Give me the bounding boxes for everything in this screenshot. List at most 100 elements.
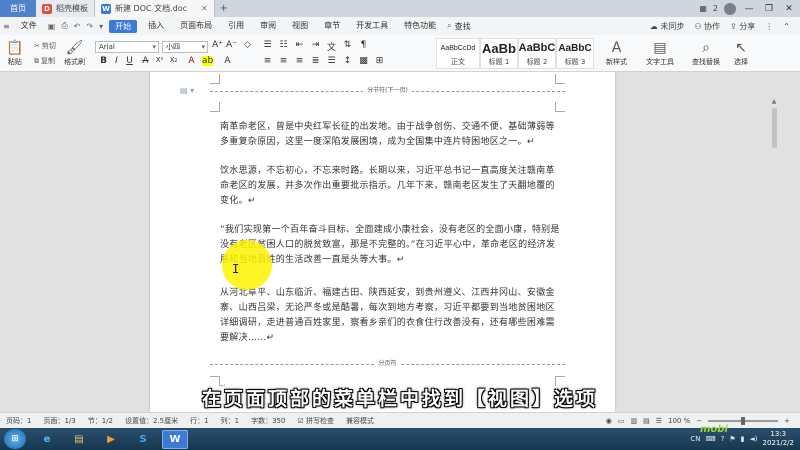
redo-icon[interactable]: ↷ [83,22,96,31]
close-icon[interactable]: ✕ [201,4,208,13]
show-marks-icon[interactable]: ¶ [358,40,369,50]
subscript-icon[interactable]: X₂ [168,56,179,64]
menu-section[interactable]: 章节 [316,17,348,35]
status-pages[interactable]: 页面：1/3 [37,416,81,426]
folder-icon[interactable]: ▤ [66,430,92,449]
help-icon[interactable]: ? [721,435,725,443]
align-right-icon[interactable]: ≡ [294,56,305,66]
hamburger-icon[interactable]: ≡ [0,22,13,31]
add-tab-button[interactable]: + [215,0,233,17]
grow-font-icon[interactable]: A⁺ [212,40,223,50]
clear-format-icon[interactable]: ◇ [242,40,253,50]
keyboard-icon[interactable]: ⌨ [705,435,715,443]
ime-indicator[interactable]: CN [690,435,700,443]
notification-badge[interactable]: 2 [713,4,718,13]
style-heading-3[interactable]: AaBbC 标题 3 [556,38,594,69]
home-tab[interactable]: 首页 [0,0,36,17]
distributed-icon[interactable]: ☰ [326,56,337,66]
sync-status[interactable]: ☁ 未同步 [650,21,685,32]
save-icon[interactable]: ▣ [45,22,59,31]
zoom-slider-knob[interactable] [741,416,746,425]
tab-daoke-template[interactable]: D 稻壳模板 [36,0,95,17]
format-painter-button[interactable]: 🖌 格式刷 [64,39,85,67]
strikethrough-icon[interactable]: A [140,56,151,66]
menu-start[interactable]: 开始 [109,19,138,33]
web-view-icon[interactable]: ▥ [630,417,637,425]
scroll-up-icon[interactable]: ▲ [770,98,778,105]
style-normal[interactable]: AaBbCcDd 正文 [436,38,480,69]
wps-icon[interactable]: W [162,429,188,449]
clock[interactable]: 13:3 2021/2/2 [763,430,794,448]
ie-icon[interactable]: e [34,430,60,449]
paragraph[interactable]: 饮水思源，不忘初心，不忘来时路。长期以来，习近平总书记一直高度关注赣南革命老区的… [220,164,560,209]
collapse-ribbon-icon[interactable]: ⌃ [783,22,790,31]
style-heading-1[interactable]: AaBb 标题 1 [480,38,518,69]
chinese-layout-icon[interactable]: 文 [326,40,337,53]
menu-file[interactable]: 文件 [13,17,45,35]
more-icon[interactable]: ⋮ [765,22,773,31]
zoom-level[interactable]: 100 % [668,417,690,425]
italic-icon[interactable]: I [111,56,122,66]
numbered-list-icon[interactable]: ☷ [278,40,289,50]
menu-features[interactable]: 特色功能 [396,17,444,35]
new-style-button[interactable]: A 新样式 [606,39,627,67]
minimize-icon[interactable]: — [742,4,756,14]
char-shading-icon[interactable]: A [222,56,233,66]
menu-review[interactable]: 审阅 [252,17,284,35]
underline-icon[interactable]: U [124,56,135,66]
chevron-down-icon[interactable]: ▾ [96,22,106,31]
sogou-icon[interactable]: S [130,430,156,449]
shading-icon[interactable]: ▩ [358,56,369,66]
collab-button[interactable]: ⚇ 协作 [694,21,720,32]
font-name-select[interactable]: Arial [95,41,159,53]
paragraph[interactable]: 从河北阜平、山东临沂、福建古田、陕西延安，到贵州遵义、江西井冈山、安徽金寨、山西… [220,286,560,346]
undo-icon[interactable]: ↶ [71,22,84,31]
bullet-list-icon[interactable]: ☰ [262,40,273,50]
border-icon[interactable]: ⊞ [374,56,385,66]
avatar[interactable] [724,2,736,15]
media-icon[interactable]: ▶ [98,430,124,449]
align-center-icon[interactable]: ≡ [278,56,289,66]
cut-button[interactable]: ✂ 剪切 [34,41,56,51]
paragraph[interactable]: 南革命老区，曾是中央红军长征的出发地。由于战争创伤、交通不便、基础薄弱等多重复杂… [220,120,560,150]
outline-view-icon[interactable]: ☰ [656,417,662,425]
bold-icon[interactable]: B [98,56,109,66]
sort-icon[interactable]: ⇅ [342,40,353,50]
decrease-indent-icon[interactable]: ⇤ [294,40,305,50]
flag-icon[interactable]: ⚑ [729,435,735,443]
page-navigation-icon[interactable]: ▤ ▾ [180,86,194,95]
menu-view[interactable]: 视图 [284,17,316,35]
style-heading-2[interactable]: AaBbC 标题 2 [518,38,556,69]
volume-icon[interactable]: ◄) [749,435,757,443]
menu-references[interactable]: 引用 [220,17,252,35]
spell-check-toggle[interactable]: ☑ 拼写检查 [291,416,340,426]
increase-indent-icon[interactable]: ⇥ [310,40,321,50]
highlight-icon[interactable]: ab [202,56,213,66]
menu-insert[interactable]: 插入 [140,17,172,35]
shrink-font-icon[interactable]: A⁻ [226,40,237,50]
copy-button[interactable]: ⧉ 复制 [34,56,55,66]
find-replace-button[interactable]: ⌕ 查找替换 [692,39,720,67]
search-icon[interactable]: ⌕ [444,21,454,31]
justify-icon[interactable]: ≣ [310,56,321,66]
superscript-icon[interactable]: X² [154,56,165,64]
font-color-icon[interactable]: A [186,56,197,66]
document-area[interactable]: ▤ ▾ 分节符(下一页) 南革命老区，曾是中央红军长征的出发地。由于战争创伤、交… [0,72,800,412]
paste-button[interactable]: 📋 粘贴 [6,39,23,67]
font-size-select[interactable]: 小四 [162,41,208,53]
menu-developer[interactable]: 开发工具 [348,17,396,35]
start-button[interactable]: ⊞ [4,429,26,449]
page-view-icon[interactable]: ▭ [618,417,625,425]
read-view-icon[interactable]: ▤ [643,417,650,425]
share-button[interactable]: ⇪ 分享 [730,21,755,32]
scroll-thumb[interactable] [771,108,777,148]
status-words[interactable]: 字数：350 [245,416,291,426]
grid-icon[interactable]: ▦ [699,4,707,13]
eye-icon[interactable]: ◉ [606,417,612,425]
menu-search[interactable]: 查找 [455,21,471,32]
document-page[interactable]: ▤ ▾ 分节符(下一页) 南革命老区，曾是中央红军长征的出发地。由于战争创伤、交… [150,72,615,412]
zoom-slider[interactable] [708,416,779,425]
select-button[interactable]: ↖ 选择 [734,39,748,67]
align-left-icon[interactable]: ≡ [262,56,273,66]
close-window-icon[interactable]: ✕ [782,4,796,14]
